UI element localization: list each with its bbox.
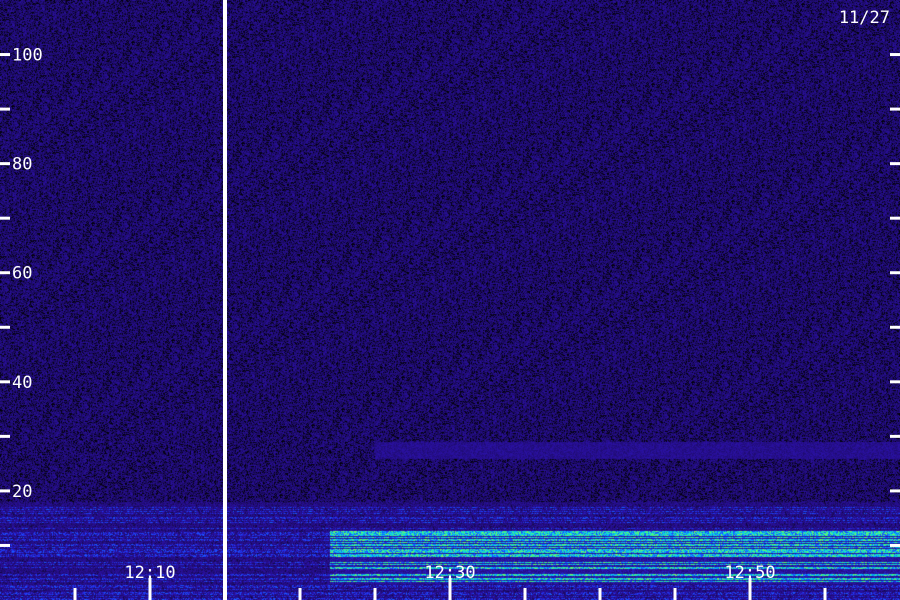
y-tick-label: 40: [12, 373, 32, 393]
x-tick-label: 12:50: [724, 563, 775, 583]
y-tick-label: 60: [12, 264, 32, 284]
y-axis-ticks: 20 40 60 80 100: [0, 46, 900, 547]
y-tick-label: 80: [12, 155, 32, 175]
y-tick-label: 20: [12, 482, 32, 502]
x-axis-ticks: 12:10 12:30 12:50: [73, 563, 827, 600]
date-label: 11/27: [839, 8, 890, 28]
chart-overlay: 20 40 60 80 100 12:10 12:30 12:50 11/27: [0, 0, 900, 600]
x-tick-label: 12:30: [424, 563, 475, 583]
y-tick-label: 100: [12, 46, 43, 66]
spectrogram-chart: 20 40 60 80 100 12:10 12:30 12:50 11/27: [0, 0, 900, 600]
x-tick-label: 12:10: [124, 563, 175, 583]
